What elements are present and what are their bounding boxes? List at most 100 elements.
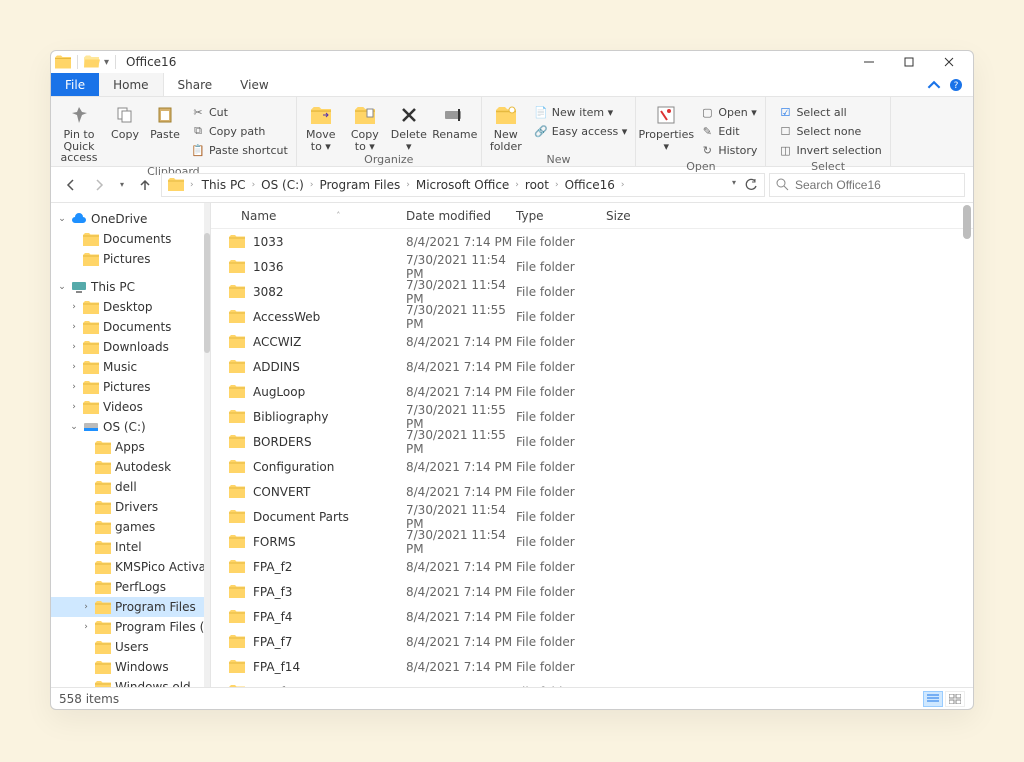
tree-item[interactable]: Windows — [51, 657, 210, 677]
breadcrumb-item[interactable]: Program Files — [317, 178, 402, 192]
breadcrumb-item[interactable]: Microsoft Office — [414, 178, 511, 192]
chevron-right-icon[interactable]: › — [69, 362, 79, 372]
refresh-icon[interactable] — [744, 178, 758, 192]
breadcrumb-item[interactable]: This PC — [200, 178, 248, 192]
pin-to-quick-access-button[interactable]: Pin to Quick access — [55, 99, 103, 164]
file-row[interactable]: FPA_f78/4/2021 7:14 PMFile folder — [211, 629, 973, 654]
tree-item[interactable]: ›Program Files — [51, 597, 210, 617]
tree-item[interactable]: games — [51, 517, 210, 537]
search-box[interactable] — [769, 173, 965, 197]
recent-locations-button[interactable]: ▾ — [115, 173, 129, 197]
open-button[interactable]: ▢Open ▾ — [696, 103, 761, 121]
edit-button[interactable]: ✎Edit — [696, 122, 761, 140]
tree-item[interactable]: Autodesk — [51, 457, 210, 477]
file-row[interactable]: FPA_f148/4/2021 7:14 PMFile folder — [211, 654, 973, 679]
chevron-down-icon[interactable]: ⌄ — [57, 214, 67, 224]
breadcrumb-item[interactable]: Office16 — [563, 178, 617, 192]
file-row[interactable]: AugLoop8/4/2021 7:14 PMFile folder — [211, 379, 973, 404]
tab-home[interactable]: Home — [99, 73, 163, 96]
file-row[interactable]: Document Parts7/30/2021 11:54 PMFile fol… — [211, 504, 973, 529]
file-row[interactable]: ADDINS8/4/2021 7:14 PMFile folder — [211, 354, 973, 379]
chevron-down-icon[interactable]: ⌄ — [69, 422, 79, 432]
chevron-right-icon[interactable]: › — [81, 622, 91, 632]
chevron-right-icon[interactable]: › — [81, 602, 91, 612]
chevron-down-icon[interactable]: ⌄ — [57, 282, 67, 292]
tree-item[interactable]: Documents — [51, 229, 210, 249]
file-row[interactable]: AccessWeb7/30/2021 11:55 PMFile folder — [211, 304, 973, 329]
dropdown-button[interactable]: ▾ — [732, 178, 736, 192]
back-button[interactable] — [59, 173, 83, 197]
tree-item[interactable]: ⌄OneDrive — [51, 209, 210, 229]
tab-file[interactable]: File — [51, 73, 99, 96]
tree-item[interactable]: Apps — [51, 437, 210, 457]
tree-item[interactable]: PerfLogs — [51, 577, 210, 597]
forward-button[interactable] — [87, 173, 111, 197]
folder-open-icon[interactable] — [84, 55, 100, 69]
move-to-button[interactable]: Move to ▾ — [301, 99, 341, 152]
select-none-button[interactable]: ☐Select none — [774, 122, 885, 140]
chevron-right-icon[interactable]: › — [69, 342, 79, 352]
tree-item[interactable]: Users — [51, 637, 210, 657]
delete-button[interactable]: Delete ▾ — [389, 99, 429, 152]
search-input[interactable] — [795, 178, 958, 192]
chevron-right-icon[interactable]: › — [69, 322, 79, 332]
column-type[interactable]: Type — [516, 209, 606, 223]
file-row[interactable]: FPA_f28/4/2021 7:14 PMFile folder — [211, 554, 973, 579]
copy-button[interactable]: Copy — [107, 99, 143, 141]
file-row[interactable]: Bibliography7/30/2021 11:55 PMFile folde… — [211, 404, 973, 429]
tree-item[interactable]: ›Documents — [51, 317, 210, 337]
tree-item[interactable]: Windows.old — [51, 677, 210, 687]
new-folder-button[interactable]: New folder — [486, 99, 526, 152]
close-button[interactable] — [929, 51, 969, 73]
easy-access-button[interactable]: 🔗Easy access ▾ — [530, 122, 632, 140]
chevron-right-icon[interactable]: › — [513, 180, 521, 190]
copy-to-button[interactable]: Copy to ▾ — [345, 99, 385, 152]
up-button[interactable] — [133, 173, 157, 197]
file-row[interactable]: FPA_f338/4/2021 7:14 PMFile folder — [211, 679, 973, 687]
chevron-right-icon[interactable]: › — [250, 180, 258, 190]
breadcrumb-item[interactable]: OS (C:) — [259, 178, 306, 192]
chevron-right-icon[interactable]: › — [553, 180, 561, 190]
paste-button[interactable]: Paste — [147, 99, 183, 141]
copy-path-button[interactable]: ⧉Copy path — [187, 122, 292, 140]
tree-item[interactable]: Intel — [51, 537, 210, 557]
cut-button[interactable]: ✂Cut — [187, 103, 292, 121]
tree-item[interactable]: ›Pictures — [51, 377, 210, 397]
chevron-right-icon[interactable]: › — [619, 180, 627, 190]
chevron-right-icon[interactable]: › — [69, 402, 79, 412]
tree-item[interactable]: ›Music — [51, 357, 210, 377]
address-bar[interactable]: › This PC›OS (C:)›Program Files›Microsof… — [161, 173, 765, 197]
chevron-right-icon[interactable]: › — [404, 180, 412, 190]
tree-item[interactable]: ›Desktop — [51, 297, 210, 317]
maximize-button[interactable] — [889, 51, 929, 73]
new-item-button[interactable]: 📄New item ▾ — [530, 103, 632, 121]
tree-item[interactable]: dell — [51, 477, 210, 497]
tree-item[interactable]: Drivers — [51, 497, 210, 517]
qat-dropdown-icon[interactable]: ▾ — [104, 57, 109, 68]
file-row[interactable]: 30827/30/2021 11:54 PMFile folder — [211, 279, 973, 304]
tab-view[interactable]: View — [226, 73, 282, 96]
tree-item[interactable]: Pictures — [51, 249, 210, 269]
file-row[interactable]: FORMS7/30/2021 11:54 PMFile folder — [211, 529, 973, 554]
file-row[interactable]: Configuration8/4/2021 7:14 PMFile folder — [211, 454, 973, 479]
file-row[interactable]: ACCWIZ8/4/2021 7:14 PMFile folder — [211, 329, 973, 354]
column-size[interactable]: Size — [606, 209, 666, 223]
chevron-right-icon[interactable]: › — [69, 302, 79, 312]
minimize-button[interactable] — [849, 51, 889, 73]
tree-scrollbar-thumb[interactable] — [204, 233, 210, 353]
chevron-right-icon[interactable]: › — [308, 180, 316, 190]
tree-item[interactable]: ›Program Files (: — [51, 617, 210, 637]
file-row[interactable]: FPA_f48/4/2021 7:14 PMFile folder — [211, 604, 973, 629]
properties-button[interactable]: Properties ▾ — [640, 99, 692, 152]
tree-item[interactable]: ›Videos — [51, 397, 210, 417]
chevron-up-icon[interactable] — [927, 78, 941, 92]
chevron-right-icon[interactable]: › — [69, 382, 79, 392]
tree-item[interactable]: ›Downloads — [51, 337, 210, 357]
tree-item[interactable]: KMSPico Activa — [51, 557, 210, 577]
column-date[interactable]: Date modified — [406, 209, 516, 223]
help-icon[interactable]: ? — [949, 78, 963, 92]
file-row[interactable]: CONVERT8/4/2021 7:14 PMFile folder — [211, 479, 973, 504]
tab-share[interactable]: Share — [164, 73, 227, 96]
rename-button[interactable]: Rename — [433, 99, 477, 141]
breadcrumb-item[interactable]: root — [523, 178, 551, 192]
